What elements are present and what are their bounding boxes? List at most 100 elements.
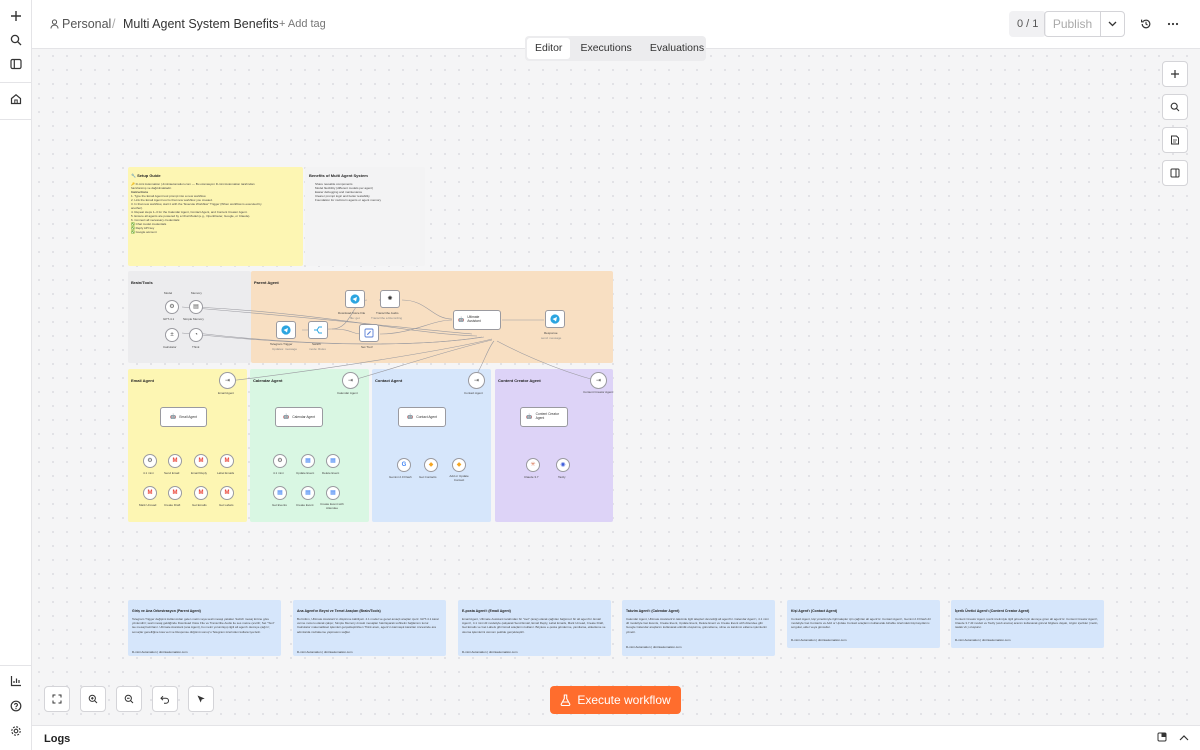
gmail-node[interactable]: M [168, 454, 182, 468]
gmail-node[interactable]: M [194, 486, 208, 500]
contact-agent-node[interactable]: 🤖 Contact Agent [398, 407, 446, 427]
tavily-icon: ◉ [560, 462, 566, 468]
description-card[interactable]: Giriş ve Ana Orkestrasyon (Parent Agent)… [128, 600, 281, 656]
openai-icon[interactable]: ⚙ [165, 300, 179, 314]
google-calendar-node[interactable]: ▦ [326, 454, 340, 468]
gmail-node[interactable]: M [220, 486, 234, 500]
gmail-node[interactable]: M [220, 454, 234, 468]
view-tabs: Editor Executions Evaluations [525, 36, 706, 61]
google-calendar-node[interactable]: ▦ [273, 486, 287, 500]
more-icon[interactable] [1164, 15, 1182, 33]
zoom-in-icon[interactable] [80, 686, 106, 712]
plus-icon[interactable] [6, 6, 26, 26]
description-card[interactable]: E-posta Agent'ı (Email Agent) Email Agen… [458, 600, 611, 656]
description-card[interactable]: Kişi Agent'ı (Contact Agent) Contact Age… [787, 600, 940, 648]
card-title: Kişi Agent'ı (Contact Agent) [791, 609, 838, 613]
workflow-name[interactable]: Multi Agent System Benefits [123, 17, 279, 31]
node-label: Create Draft [164, 503, 181, 507]
node-label: Get Emails [192, 503, 207, 507]
node-label: Email Reply [191, 471, 208, 475]
email-agent-node[interactable]: 🤖 Email Agent [160, 407, 207, 427]
airtable-icon: ◆ [428, 462, 434, 468]
llm-node[interactable]: ⚙ [273, 454, 287, 468]
zoom-out-icon[interactable] [116, 686, 142, 712]
email-agent-tool-node[interactable]: ⇥ [219, 372, 236, 389]
telegram-icon [281, 325, 291, 335]
node-label: Delete Event [322, 471, 340, 475]
chart-icon[interactable] [6, 671, 26, 691]
gmail-icon: M [172, 458, 178, 464]
content-creator-tool-node[interactable]: ⇥ [590, 372, 607, 389]
rail-divider [0, 82, 32, 83]
telegram-trigger-node[interactable] [276, 321, 296, 339]
google-calendar-node[interactable]: ▦ [301, 486, 315, 500]
node-label: Download Voice File [338, 311, 366, 315]
gmail-icon: M [224, 490, 230, 496]
description-card[interactable]: Takvim Agent'ı (Calendar Agent) Calendar… [622, 600, 775, 656]
gmail-node[interactable]: M [168, 486, 182, 500]
popout-icon[interactable] [1157, 732, 1167, 745]
undo-icon[interactable] [152, 686, 178, 712]
execute-workflow-button[interactable]: Execute workflow [550, 686, 681, 714]
google-calendar-node[interactable]: ▦ [326, 486, 340, 500]
node-label: Get Labels [219, 503, 234, 507]
calculator-icon[interactable]: ± [165, 328, 179, 342]
robot-icon: 🤖 [283, 413, 290, 420]
chevron-up-icon[interactable] [1179, 732, 1189, 744]
node-caption: send: message [541, 336, 562, 340]
settings-icon[interactable] [6, 721, 26, 741]
telegram-icon [350, 294, 360, 304]
set-text-node[interactable] [359, 324, 379, 342]
card-footer: D-mini Automation | dminiautomation.com [462, 650, 518, 654]
llm-node[interactable]: ⚙ [143, 454, 157, 468]
calendar-agent-tool-node[interactable]: ⇥ [342, 372, 359, 389]
panel-icon[interactable] [6, 54, 26, 74]
openai-icon: ⚙ [277, 458, 283, 464]
node-label: Ultimate Assistant [467, 315, 481, 323]
search-icon[interactable] [6, 30, 26, 50]
airtable-node[interactable]: ◆ [424, 458, 438, 472]
tidy-up-icon[interactable] [188, 686, 214, 712]
node-label: Tavily [558, 475, 566, 479]
response-node[interactable] [545, 310, 565, 328]
airtable-node[interactable]: ◆ [452, 458, 466, 472]
tab-executions[interactable]: Executions [572, 38, 639, 59]
database-icon[interactable]: ▤ [189, 300, 203, 314]
workflow-icon: ⇥ [224, 377, 231, 384]
logs-panel-bar[interactable]: Logs [32, 725, 1200, 750]
tab-evaluations[interactable]: Evaluations [642, 38, 712, 59]
content-creator-agent-node[interactable]: 🤖 Content Creator Agent [520, 407, 568, 427]
fit-view-icon[interactable] [44, 686, 70, 712]
calendar-agent-node[interactable]: 🤖 Calendar Agent [275, 407, 323, 427]
ultimate-assistant-node[interactable]: 🤖 Ultimate Assistant [453, 310, 501, 330]
sticky-note-icon[interactable] [1162, 127, 1188, 153]
tavily-node[interactable]: ◉ [556, 458, 570, 472]
claude-node[interactable]: ✳ [526, 458, 540, 472]
help-icon[interactable] [6, 696, 26, 716]
node-label: Simple Memory [183, 317, 204, 321]
add-tag-button[interactable]: + Add tag [279, 18, 326, 30]
history-icon[interactable] [1137, 15, 1155, 33]
transcribe-audio-node[interactable]: ✺ [380, 290, 400, 308]
panel-toggle-icon[interactable] [1162, 160, 1188, 186]
tab-editor[interactable]: Editor [527, 38, 571, 59]
home-icon[interactable] [6, 89, 26, 109]
description-card[interactable]: Ana Agent'ın Beyni ve Temel Araçları (Br… [293, 600, 446, 656]
find-icon[interactable] [1162, 94, 1188, 120]
contact-agent-tool-node[interactable]: ⇥ [468, 372, 485, 389]
publish-button[interactable]: Publish [1045, 12, 1101, 36]
google-calendar-node[interactable]: ▦ [301, 454, 315, 468]
switch-node[interactable] [308, 321, 328, 339]
card-footer: D-mini Automation | dminiautomation.com [791, 638, 847, 642]
workflow-canvas[interactable]: 🔧 Setup Guide 🔑 D-mini Automation | dmin… [32, 49, 1200, 725]
chevron-down-icon[interactable] [1101, 12, 1124, 36]
think-icon[interactable]: ◔ [189, 328, 203, 342]
zoom-add-icon[interactable] [1162, 61, 1188, 87]
node-label: Create Event with Attendee [320, 502, 344, 510]
gemini-node[interactable]: G [397, 458, 411, 472]
download-voice-node[interactable] [345, 290, 365, 308]
description-card[interactable]: İçerik Üretici Agent'ı (Content Creator … [951, 600, 1104, 648]
breadcrumb-workspace[interactable]: Personal [62, 17, 111, 31]
gmail-node[interactable]: M [143, 486, 157, 500]
gmail-node[interactable]: M [194, 454, 208, 468]
